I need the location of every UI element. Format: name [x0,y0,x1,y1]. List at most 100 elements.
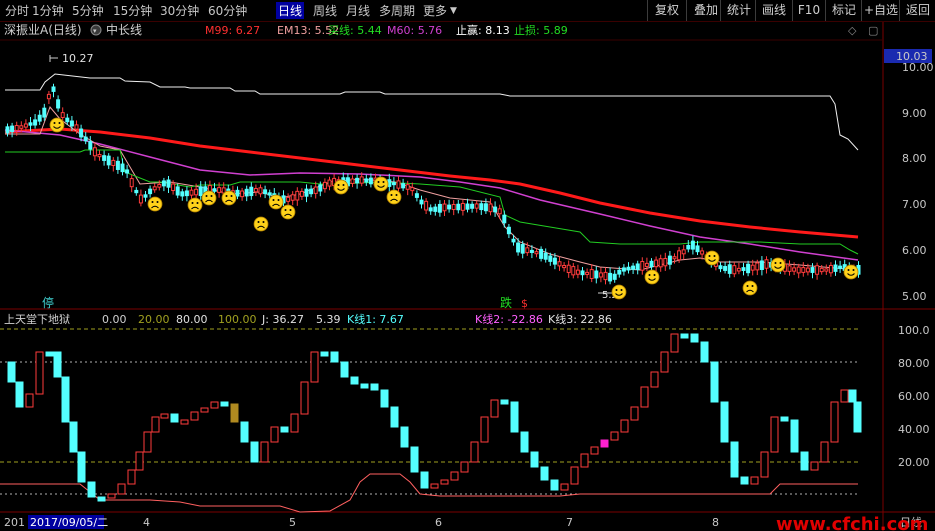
period-tab-more[interactable]: 更多 [423,2,447,19]
candle [759,260,764,270]
candle [465,203,470,210]
candle [571,266,576,276]
k2-label: K线2: -22.86 [475,312,543,326]
candle [511,238,516,243]
candle [410,187,415,192]
chevron-down-icon[interactable]: ▼ [450,6,457,16]
param-80: 80.00 [176,313,208,326]
candle [152,186,157,191]
happy-face-icon [843,264,859,280]
candle [175,186,180,196]
period-tab-multi[interactable]: 多周期 [379,2,415,19]
oscillator-bar [151,416,160,433]
candle [267,192,272,196]
period-tab-5min[interactable]: 5分钟 [72,2,104,19]
oscillator-bar [230,403,239,423]
candle [575,269,580,275]
oscillator-bar [240,421,249,443]
em13-line [5,106,859,271]
oscillator-bar [590,446,599,455]
candle [548,255,553,262]
candle [419,199,424,205]
oscillator-bar [830,401,839,443]
candle [764,259,769,269]
candle [92,147,97,157]
candle [727,264,732,274]
candle [217,187,222,193]
oscillator-bar [7,361,16,383]
price-tick: 8.00 [902,152,927,165]
period-tab-30min[interactable]: 30分钟 [160,2,199,19]
candle [83,136,88,142]
period-tab-intraday[interactable]: 分时 [5,2,29,19]
oscillator-bar [450,471,459,481]
candle [746,263,751,274]
sad-face-icon [280,204,296,220]
month-tick: 6 [435,516,442,529]
period-tab-monthly[interactable]: 月线 [346,2,370,19]
oscillator-bar [210,401,219,409]
draw-line-button[interactable]: 画线 [755,0,792,21]
candle [470,203,475,209]
candle [129,178,134,188]
oscillator-bar [430,483,439,489]
period-tab-daily[interactable]: 日线 [276,2,305,19]
candle [529,249,534,253]
oscillator-bar [770,416,779,453]
candle [148,188,153,195]
mark-button[interactable]: 标记 [825,0,862,21]
stock-title: 深振业A(日线) [4,23,82,37]
candle [253,188,258,193]
price-tick: 9.00 [902,107,927,120]
candle [787,265,792,272]
restore-rights-button[interactable]: 复权 [647,0,686,21]
candle [309,188,314,195]
oscillator-bar [260,441,269,463]
oscillator-bar [220,401,229,407]
candle [74,124,79,130]
candle [667,255,672,265]
candle [60,112,65,118]
candle [249,186,254,197]
candle [235,189,240,197]
candle [695,245,700,253]
candle [594,270,599,279]
oscillator-bar [700,341,709,363]
oscillator-bar [560,483,569,491]
candlesticks [5,83,861,285]
candle [824,268,829,272]
period-tab-15min[interactable]: 15分钟 [113,2,152,19]
menu-icon[interactable]: ▢ [868,24,878,37]
candle [295,190,300,201]
oscillator-bar [290,413,299,433]
statistics-button[interactable]: 统计 [720,0,757,21]
back-button[interactable]: 返回 [899,0,935,21]
expand-icon[interactable]: ◇ [848,24,857,37]
oscillator-bar [570,466,579,485]
oscillator-bar [510,401,519,433]
candle [433,206,438,212]
f10-button[interactable]: F10 [792,0,825,21]
candle [447,204,452,210]
oscillator-bar [610,431,619,441]
candle [56,99,61,109]
oscillator-bar [127,469,136,485]
candle [424,200,429,211]
period-tab-weekly[interactable]: 周线 [313,2,337,19]
period-tab-1min[interactable]: 1分钟 [32,2,64,19]
buy-line-label: 买线: 5.44 [328,23,382,37]
add-watchlist-button[interactable]: +自选 [861,0,900,21]
candle [681,249,686,255]
candle [805,267,810,273]
candle [617,269,622,275]
year-fragment: 201 [4,516,25,529]
sad-face-icon [253,216,269,232]
period-tab-60min[interactable]: 60分钟 [208,2,247,19]
candle [566,264,571,274]
oscillator-bar [500,399,509,405]
kline-chart[interactable]: 深振业A(日线) ▾ 中长线 M99: 6.27 EM13: 5.52 买线: … [0,22,935,531]
sub-tick: 80.00 [898,357,930,370]
oscillator-bar [400,426,409,448]
m60-line [4,129,859,261]
candle [240,190,245,198]
